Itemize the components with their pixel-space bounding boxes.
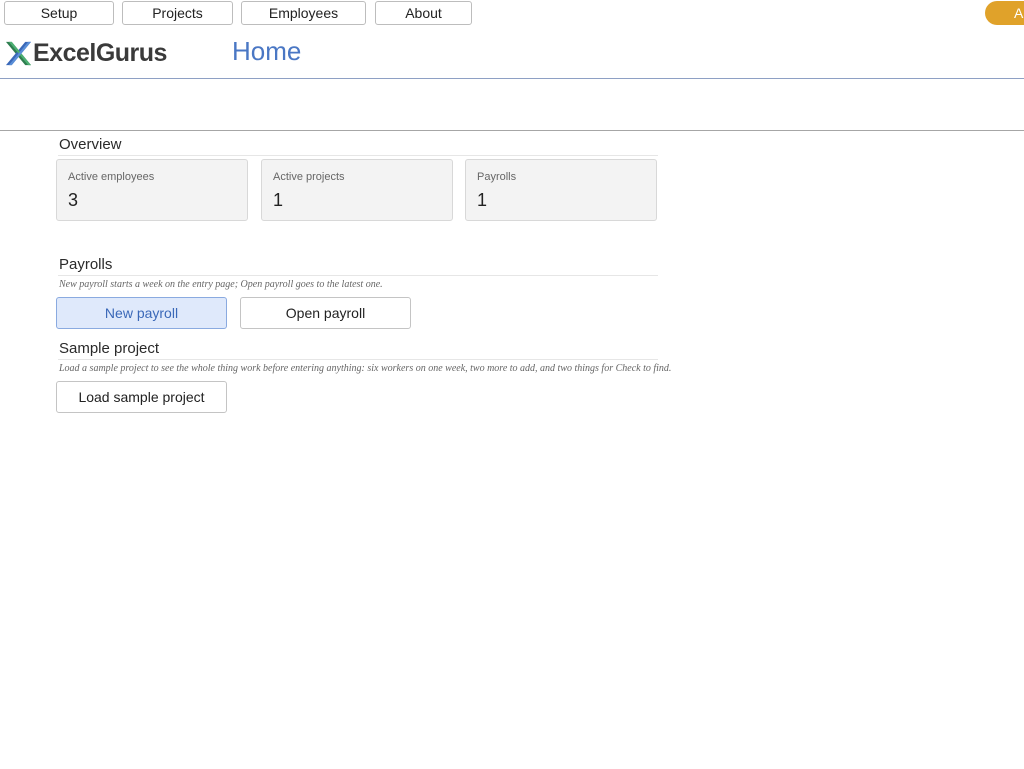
stat-card-label: Active employees bbox=[68, 171, 155, 183]
stat-card-label: Active projects bbox=[273, 171, 345, 183]
toolbar-divider bbox=[0, 130, 1024, 131]
account-pill-label: A bbox=[1014, 5, 1024, 21]
payrolls-hint: New payroll starts a week on the entry p… bbox=[59, 279, 383, 290]
overview-rule bbox=[58, 155, 658, 156]
account-pill-button[interactable]: A bbox=[985, 1, 1024, 25]
nav-setup-button[interactable]: Setup bbox=[4, 1, 114, 25]
payrolls-title: Payrolls bbox=[59, 256, 113, 273]
open-payroll-button[interactable]: Open payroll bbox=[240, 297, 411, 329]
brand-name: ExcelGurus bbox=[33, 38, 167, 67]
stat-card-value: 1 bbox=[273, 190, 284, 210]
stat-card-value: 1 bbox=[477, 190, 488, 210]
new-payroll-button[interactable]: New payroll bbox=[56, 297, 227, 329]
sample-project-rule bbox=[58, 359, 658, 360]
payrolls-rule bbox=[58, 275, 658, 276]
load-sample-project-button[interactable]: Load sample project bbox=[56, 381, 227, 413]
stat-card-active-employees: Active employees 3 bbox=[56, 159, 248, 221]
nav-employees-button[interactable]: Employees bbox=[241, 1, 366, 25]
stat-card-payrolls: Payrolls 1 bbox=[465, 159, 657, 221]
stat-card-value: 3 bbox=[68, 190, 79, 210]
page-title: Home bbox=[232, 36, 302, 66]
sample-project-title: Sample project bbox=[59, 340, 160, 357]
sample-project-hint: Load a sample project to see the whole t… bbox=[59, 363, 672, 374]
overview-title: Overview bbox=[59, 136, 122, 153]
brand-logo: ExcelGurus bbox=[5, 38, 167, 68]
stat-card-label: Payrolls bbox=[477, 171, 517, 183]
nav-projects-button[interactable]: Projects bbox=[122, 1, 233, 25]
home-page: Setup Projects Employees About A ExcelGu… bbox=[0, 0, 1024, 769]
nav-about-button[interactable]: About bbox=[375, 1, 472, 25]
excelgurus-x-logo-icon bbox=[5, 41, 32, 65]
header-divider bbox=[0, 78, 1024, 79]
stat-card-active-projects: Active projects 1 bbox=[261, 159, 453, 221]
